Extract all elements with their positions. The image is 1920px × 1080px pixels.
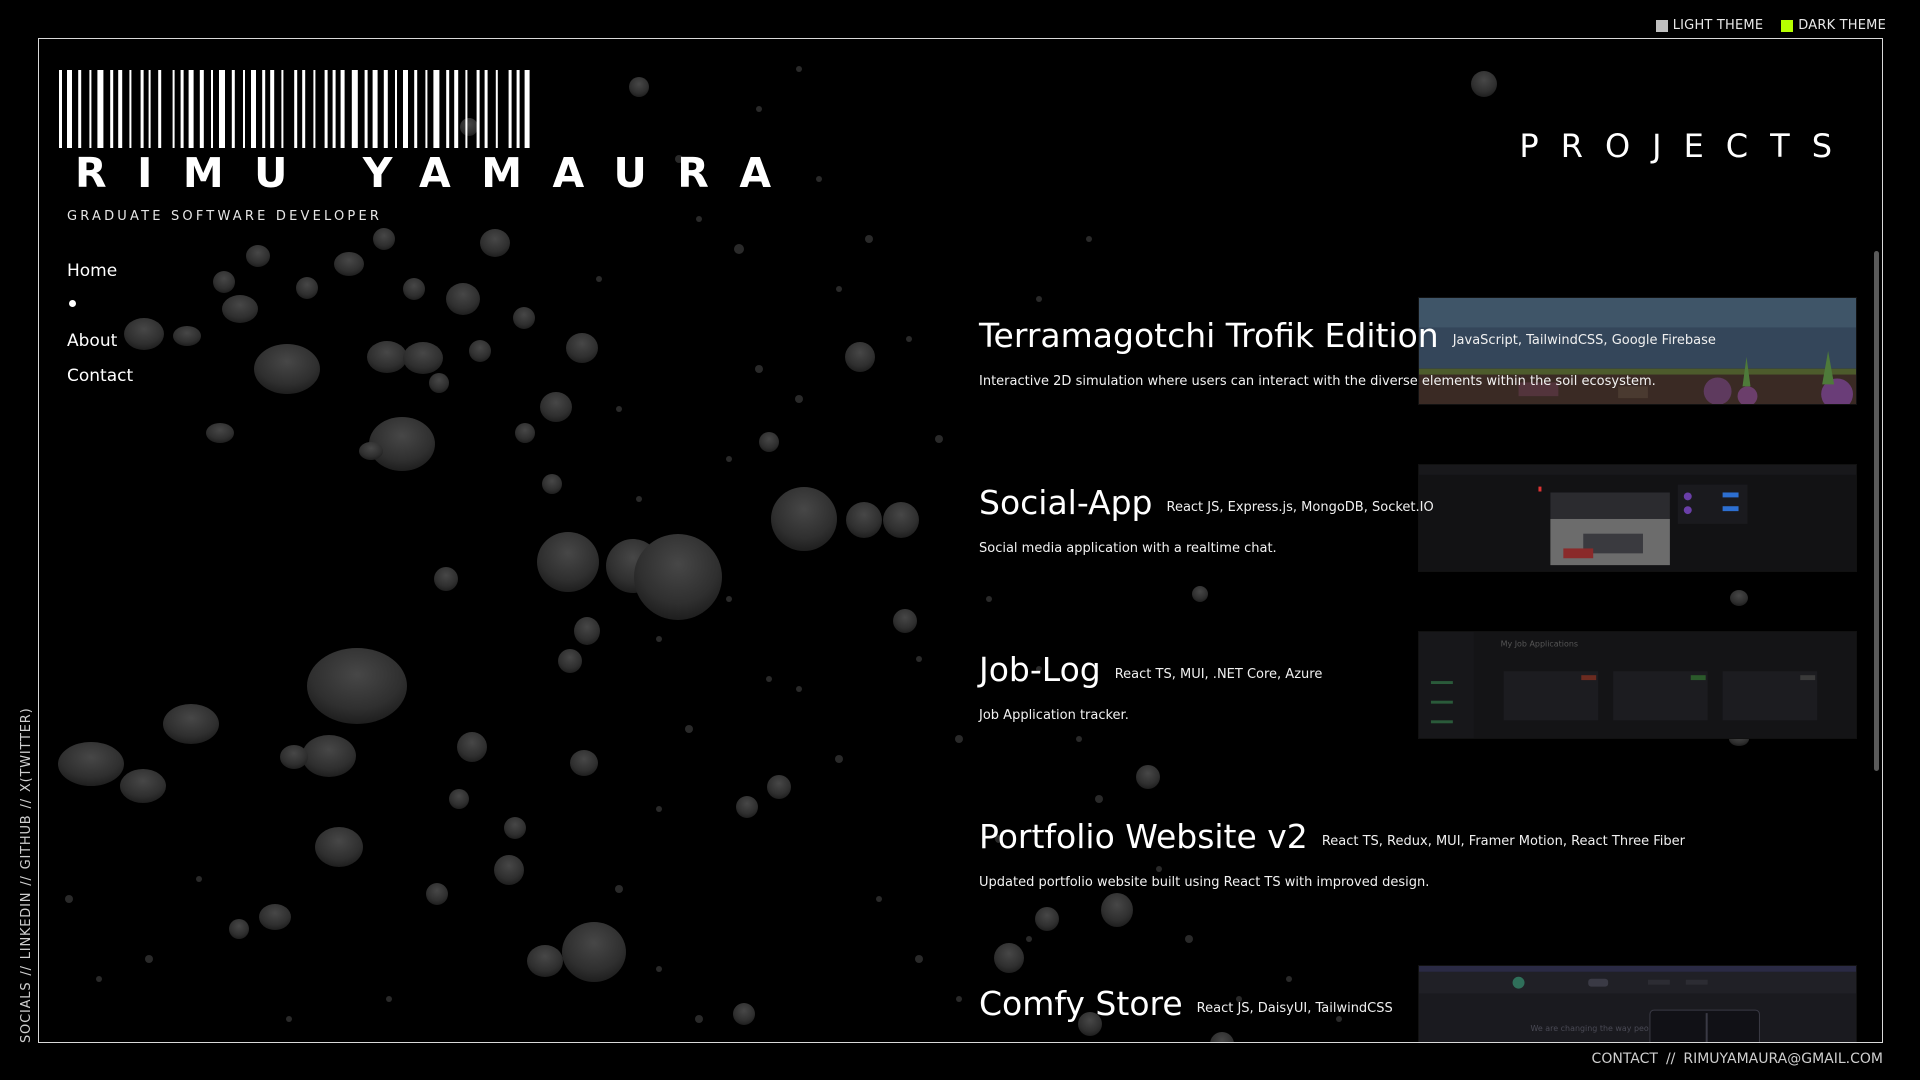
project-title[interactable]: Comfy Store bbox=[979, 985, 1183, 1023]
socials-links: SOCIALS // LINKEDIN // GITHUB // X(TWITT… bbox=[19, 708, 34, 1043]
light-theme-swatch-icon bbox=[1655, 19, 1668, 32]
project-tech-stack: JavaScript, TailwindCSS, Google Firebase bbox=[1452, 333, 1716, 348]
github-link[interactable]: GITHUB bbox=[19, 814, 34, 869]
project-description: Social media application with a realtime… bbox=[979, 541, 1277, 556]
project-title[interactable]: Job-Log bbox=[979, 651, 1101, 689]
socials-separator: // bbox=[19, 965, 34, 976]
project-header: Portfolio Website v2 React TS, Redux, MU… bbox=[979, 818, 1685, 856]
project-tech-stack: React TS, Redux, MUI, Framer Motion, Rea… bbox=[1321, 834, 1685, 849]
dark-theme-option[interactable]: DARK THEME bbox=[1781, 18, 1886, 33]
projects-scrollbar[interactable] bbox=[1874, 251, 1879, 771]
section-title: PROJECTS bbox=[1519, 127, 1854, 165]
project-title[interactable]: Portfolio Website v2 bbox=[979, 818, 1308, 856]
project-tech-stack: React TS, MUI, .NET Core, Azure bbox=[1114, 667, 1323, 682]
dark-theme-swatch-icon bbox=[1781, 19, 1794, 32]
dark-theme-label: DARK THEME bbox=[1798, 18, 1886, 33]
socials-label: SOCIALS bbox=[19, 981, 34, 1043]
email-link[interactable]: RIMUYAMAURA@GMAIL.COM bbox=[1683, 1051, 1883, 1067]
project-thumbnail-social-app bbox=[1418, 464, 1857, 572]
project-description: Updated portfolio website built using Re… bbox=[979, 875, 1430, 890]
project-thumbnail-comfy-store: We are changing the way people shop bbox=[1418, 965, 1857, 1042]
project-header: Comfy Store React JS, DaisyUI, TailwindC… bbox=[979, 985, 1393, 1023]
socials-separator: // bbox=[19, 875, 34, 886]
twitter-link[interactable]: X(TWITTER) bbox=[19, 708, 34, 793]
main-frame: RIMU YAMAURA GRADUATE SOFTWARE DEVELOPER… bbox=[38, 38, 1883, 1043]
project-title[interactable]: Terramagotchi Trofik Edition bbox=[979, 317, 1439, 355]
project-header: Job-Log React TS, MUI, .NET Core, Azure bbox=[979, 651, 1322, 689]
site-owner-name: RIMU YAMAURA bbox=[75, 149, 802, 197]
main-nav: Home About Contact bbox=[67, 261, 133, 401]
nav-contact[interactable]: Contact bbox=[67, 366, 133, 401]
nav-active-dot-icon bbox=[69, 300, 76, 307]
linkedin-link[interactable]: LINKEDIN bbox=[19, 892, 34, 960]
nav-home[interactable]: Home bbox=[67, 261, 133, 296]
project-title[interactable]: Social-App bbox=[979, 484, 1153, 522]
project-card[interactable]: Social-App React JS, Express.js, MongoDB… bbox=[979, 464, 1857, 574]
project-tech-stack: React JS, DaisyUI, TailwindCSS bbox=[1196, 1001, 1393, 1016]
light-theme-option[interactable]: LIGHT THEME bbox=[1655, 18, 1764, 33]
project-thumbnail-job-log: My Job Applications bbox=[1418, 631, 1857, 739]
contact-separator: // bbox=[1665, 1051, 1676, 1067]
barcode-logo bbox=[59, 70, 530, 148]
project-card[interactable]: Terramagotchi Trofik Edition JavaScript,… bbox=[979, 297, 1857, 407]
project-header: Social-App React JS, Express.js, MongoDB… bbox=[979, 484, 1434, 522]
light-theme-label: LIGHT THEME bbox=[1672, 18, 1764, 33]
project-tech-stack: React JS, Express.js, MongoDB, Socket.IO bbox=[1166, 500, 1434, 515]
project-card[interactable]: Portfolio Website v2 React TS, Redux, MU… bbox=[979, 798, 1857, 908]
contact-footer: CONTACT // RIMUYAMAURA@GMAIL.COM bbox=[1592, 1051, 1883, 1067]
job-title: GRADUATE SOFTWARE DEVELOPER bbox=[67, 209, 383, 224]
socials-separator: // bbox=[19, 798, 34, 809]
project-description: Job Application tracker. bbox=[979, 708, 1129, 723]
project-header: Terramagotchi Trofik Edition JavaScript,… bbox=[979, 317, 1716, 355]
job-log-thumb-heading: My Job Applications bbox=[1501, 640, 1578, 649]
project-description: Interactive 2D simulation where users ca… bbox=[979, 374, 1656, 389]
theme-switcher: LIGHT THEME DARK THEME bbox=[1655, 18, 1886, 33]
project-card[interactable]: We are changing the way people shop Comf… bbox=[979, 965, 1857, 1042]
contact-label: CONTACT bbox=[1591, 1051, 1658, 1067]
project-card[interactable]: My Job Applications Job-Log React TS, MU… bbox=[979, 631, 1857, 741]
nav-about[interactable]: About bbox=[67, 331, 133, 366]
